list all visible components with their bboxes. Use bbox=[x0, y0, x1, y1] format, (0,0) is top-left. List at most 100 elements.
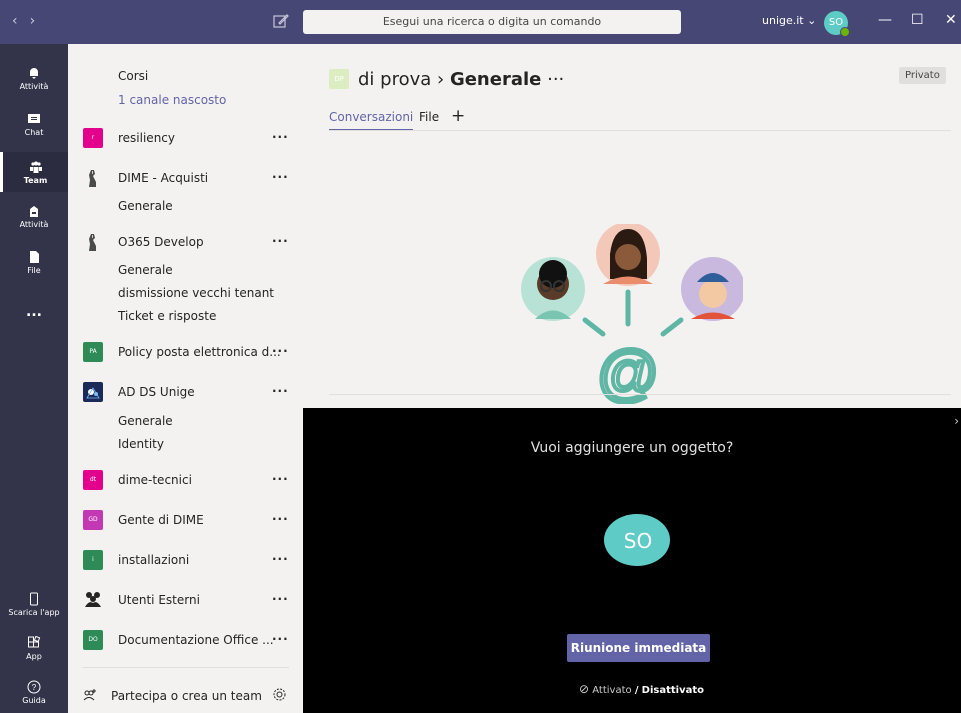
rail-label: App bbox=[26, 652, 42, 661]
team-name[interactable]: Gente di DIME bbox=[118, 513, 204, 527]
assignments-icon bbox=[30, 206, 38, 217]
team-more-button[interactable]: ··· bbox=[272, 592, 289, 606]
file-icon bbox=[30, 251, 39, 263]
close-button[interactable]: ✕ bbox=[945, 12, 957, 28]
people-illustration: @ bbox=[521, 224, 743, 404]
team-name[interactable]: resiliency bbox=[118, 131, 175, 145]
camera-off-icon: ⊘ bbox=[579, 682, 590, 696]
team-more-button[interactable]: ··· bbox=[272, 472, 289, 486]
maximize-button[interactable]: ☐ bbox=[911, 12, 924, 28]
bell-icon bbox=[30, 68, 38, 79]
team-name[interactable]: installazioni bbox=[118, 553, 189, 567]
breadcrumb-team[interactable]: di prova bbox=[358, 69, 431, 90]
team-avatar: DO bbox=[83, 630, 103, 650]
avatar-initials: SO bbox=[828, 17, 844, 28]
team-name[interactable]: Documentazione Office ... bbox=[118, 633, 274, 647]
team-more-button[interactable]: ··· bbox=[272, 344, 289, 358]
hidden-channels-link[interactable]: 1 canale nascosto bbox=[118, 93, 226, 107]
divider bbox=[329, 394, 951, 395]
presence-dot bbox=[840, 27, 850, 37]
camera-toggle[interactable]: ⊘ Attivato / Disattivato bbox=[579, 682, 704, 696]
separator: / bbox=[634, 685, 639, 696]
meeting-subject-prompt[interactable]: Vuoi aggiungere un oggetto? bbox=[303, 440, 961, 456]
team-name-corsi[interactable]: Corsi bbox=[118, 69, 148, 83]
team-avatar: r bbox=[83, 128, 103, 148]
rail-item-assignments[interactable]: Attività bbox=[0, 204, 68, 229]
rail-item-help[interactable]: ? Guida bbox=[0, 680, 68, 705]
title-bar: ‹› Esegui una ricerca o digita un comand… bbox=[0, 0, 961, 44]
add-tab-icon[interactable]: + bbox=[451, 106, 465, 126]
rail-item-teams[interactable]: Team bbox=[0, 152, 68, 192]
join-team-icon bbox=[83, 689, 96, 701]
divider bbox=[82, 667, 289, 668]
chevron-right-icon[interactable]: › bbox=[954, 414, 959, 428]
team-name[interactable]: DIME - Acquisti bbox=[118, 171, 208, 185]
team-name[interactable]: Policy posta elettronica d... bbox=[118, 345, 281, 359]
svg-text:?: ? bbox=[32, 683, 37, 692]
people-icon bbox=[85, 592, 101, 607]
join-create-team-link[interactable]: Partecipa o crea un team bbox=[111, 689, 262, 703]
minimize-button[interactable]: — bbox=[878, 12, 892, 28]
channel-item[interactable]: Identity bbox=[118, 437, 164, 451]
camera-on-label[interactable]: Attivato bbox=[592, 685, 631, 696]
meeting-panel: › Vuoi aggiungere un oggetto? SO Riunion… bbox=[303, 408, 961, 713]
channel-item[interactable]: Generale bbox=[118, 199, 173, 213]
avatar[interactable]: SO bbox=[824, 11, 850, 37]
team-name[interactable]: dime-tecnici bbox=[118, 473, 192, 487]
more-icon[interactable]: ... bbox=[0, 304, 68, 320]
rail-label: Attività bbox=[19, 82, 49, 91]
rail-item-chat[interactable]: Chat bbox=[0, 112, 68, 137]
team-more-button[interactable]: ··· bbox=[272, 512, 289, 526]
channel-item[interactable]: Generale bbox=[118, 263, 173, 277]
team-name[interactable]: AD DS Unige bbox=[118, 385, 195, 399]
teams-icon bbox=[29, 161, 42, 173]
rail-label: Scarica l'app bbox=[8, 608, 60, 617]
team-more-button[interactable]: ··· bbox=[272, 170, 289, 184]
rail-item-download[interactable]: Scarica l'app bbox=[0, 592, 68, 617]
rail-item-files[interactable]: File bbox=[0, 250, 68, 275]
gear-icon[interactable] bbox=[272, 687, 287, 702]
apps-icon bbox=[28, 636, 41, 648]
rail-label: Team bbox=[23, 176, 48, 185]
tab-files[interactable]: File bbox=[419, 110, 439, 124]
forward-arrow-icon[interactable]: › bbox=[30, 13, 48, 29]
team-more-button[interactable]: ··· bbox=[272, 130, 289, 144]
team-more-button[interactable]: ··· bbox=[272, 632, 289, 646]
nav-arrows[interactable]: ‹› bbox=[12, 13, 47, 29]
rail-label: ... bbox=[26, 304, 42, 320]
compose-icon[interactable] bbox=[272, 12, 290, 30]
camera-off-label[interactable]: Disattivato bbox=[642, 685, 704, 696]
team-avatar: PA bbox=[83, 342, 103, 362]
team-more-button[interactable]: ··· bbox=[272, 234, 289, 248]
team-avatar: GD bbox=[83, 510, 103, 530]
team-more-button[interactable]: ··· bbox=[272, 552, 289, 566]
app-rail: Attività Chat Team Attività File ... Sca… bbox=[0, 44, 68, 713]
team-avatar: i bbox=[83, 550, 103, 570]
rail-label: Guida bbox=[22, 696, 46, 705]
avatar-initials: SO bbox=[623, 529, 653, 553]
breadcrumb: di prova › Generale ··· bbox=[358, 69, 564, 90]
back-arrow-icon[interactable]: ‹ bbox=[12, 13, 30, 29]
team-name[interactable]: O365 Develop bbox=[118, 235, 204, 249]
rail-item-apps[interactable]: App bbox=[0, 636, 68, 661]
tenant-switcher[interactable]: unige.it ⌄ bbox=[762, 14, 816, 27]
meet-now-button[interactable]: Riunione immediata bbox=[567, 634, 710, 662]
tab-conversations[interactable]: Conversazioni bbox=[329, 110, 414, 131]
channel-item[interactable]: Generale bbox=[118, 414, 173, 428]
teams-list: Corsi 1 canale nascosto r resiliency ···… bbox=[68, 44, 303, 713]
channel-item[interactable]: Ticket e risposte bbox=[118, 309, 216, 323]
team-avatar-image bbox=[89, 234, 96, 251]
team-avatar: DP bbox=[329, 69, 349, 89]
rail-item-activity[interactable]: Attività bbox=[0, 66, 68, 91]
search-input[interactable]: Esegui una ricerca o digita un comando bbox=[303, 10, 681, 34]
team-more-button[interactable]: ··· bbox=[272, 384, 289, 398]
channel-item[interactable]: dismissione vecchi tenant bbox=[118, 286, 274, 300]
team-name[interactable]: Utenti Esterni bbox=[118, 593, 200, 607]
breadcrumb-channel[interactable]: Generale bbox=[450, 69, 541, 90]
help-icon: ? bbox=[27, 680, 41, 694]
rail-label: Attività bbox=[19, 220, 49, 229]
team-avatar-image bbox=[89, 170, 96, 187]
chat-icon bbox=[28, 114, 40, 123]
channel-more-button[interactable]: ··· bbox=[547, 69, 564, 90]
team-avatar: dt bbox=[83, 470, 103, 490]
